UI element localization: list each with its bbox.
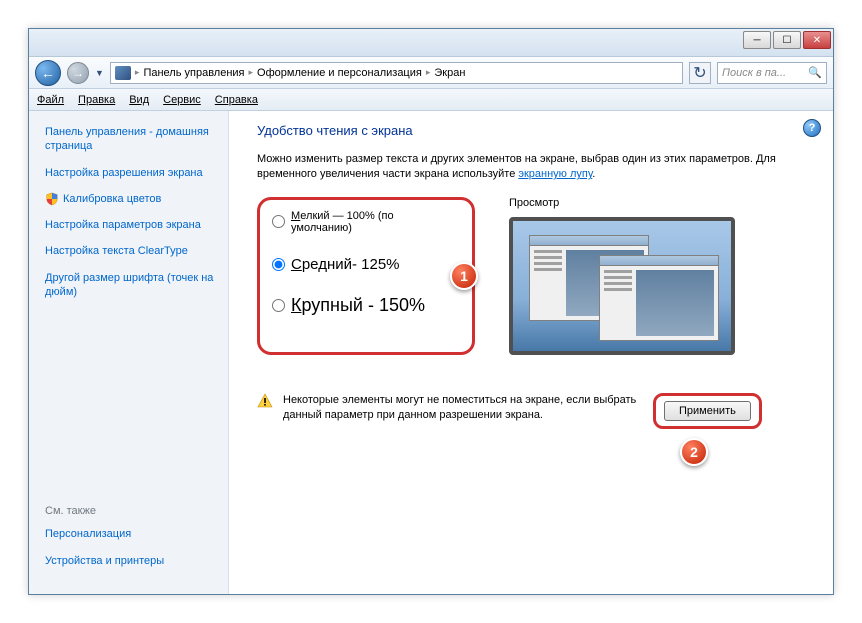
menu-help[interactable]: Справка [215, 94, 258, 106]
address-bar[interactable]: ▸ Панель управления ▸ Оформление и персо… [110, 62, 683, 84]
radio-large[interactable] [272, 299, 285, 312]
menu-tools[interactable]: Сервис [163, 94, 201, 106]
sidebar-home[interactable]: Панель управления - домашняя страница [45, 125, 220, 154]
sidebar-parameters[interactable]: Настройка параметров экрана [45, 218, 220, 232]
sidebar-devices[interactable]: Устройства и принтеры [45, 554, 220, 568]
search-input[interactable]: Поиск в па... 🔍 [717, 62, 827, 84]
apply-button[interactable]: Применить [664, 401, 751, 421]
minimize-button[interactable]: ─ [743, 31, 771, 49]
sidebar-resolution[interactable]: Настройка разрешения экрана [45, 166, 220, 180]
magnifier-link[interactable]: экранную лупу [518, 168, 592, 180]
refresh-button[interactable]: ↻ [689, 62, 711, 84]
see-also-section: См. также Персонализация Устройства и пр… [45, 485, 220, 580]
forward-button[interactable]: → [67, 62, 89, 84]
annotation-badge-2: 2 [680, 438, 708, 466]
sidebar-cleartype[interactable]: Настройка текста ClearType [45, 244, 220, 258]
warning-icon [257, 393, 273, 409]
search-icon: 🔍 [808, 66, 822, 79]
preview-monitor [509, 217, 735, 355]
description-text: Можно изменить размер текста и других эл… [257, 152, 797, 183]
label-small[interactable]: Мелкий — 100% (по умолчанию) [291, 210, 454, 234]
preview-column: Просмотр [503, 197, 809, 355]
preview-label: Просмотр [509, 197, 809, 209]
control-panel-icon [115, 66, 131, 80]
annotation-badge-1: 1 [450, 262, 478, 290]
sidebar-fontsize[interactable]: Другой размер шрифта (точек на дюйм) [45, 271, 220, 300]
navbar: ← → ▼ ▸ Панель управления ▸ Оформление и… [29, 57, 833, 89]
sidebar-calibration[interactable]: Калибровка цветов [63, 192, 161, 206]
radio-medium[interactable] [272, 258, 285, 271]
main-content: ? Удобство чтения с экрана Можно изменит… [229, 111, 833, 594]
client-area: Панель управления - домашняя страница На… [29, 111, 833, 594]
chevron-right-icon: ▸ [249, 67, 254, 78]
control-panel-window: ─ ☐ ✕ ← → ▼ ▸ Панель управления ▸ Оформл… [28, 28, 834, 595]
warning-row: Некоторые элементы могут не поместиться … [257, 393, 809, 429]
label-large[interactable]: Крупный - 150% [291, 295, 425, 316]
chevron-right-icon: ▸ [426, 67, 431, 78]
warning-text: Некоторые элементы могут не поместиться … [283, 393, 643, 424]
sidebar: Панель управления - домашняя страница На… [29, 111, 229, 594]
shield-icon [45, 192, 59, 206]
apply-highlight: Применить 2 [653, 393, 762, 429]
breadcrumb-display[interactable]: Экран [434, 67, 465, 79]
preview-window-icon [599, 255, 719, 341]
menu-edit[interactable]: Правка [78, 94, 115, 106]
dropdown-icon[interactable]: ▼ [95, 68, 104, 78]
menu-view[interactable]: Вид [129, 94, 149, 106]
label-medium[interactable]: Средний- 125% [291, 256, 400, 273]
back-button[interactable]: ← [35, 60, 61, 86]
close-button[interactable]: ✕ [803, 31, 831, 49]
see-also-header: См. также [45, 505, 220, 517]
help-icon[interactable]: ? [803, 119, 821, 137]
size-options-group: Мелкий — 100% (по умолчанию) Средний- 12… [257, 197, 475, 355]
radio-small[interactable] [272, 215, 285, 228]
titlebar: ─ ☐ ✕ [29, 29, 833, 57]
menu-file[interactable]: Файл [37, 94, 64, 106]
maximize-button[interactable]: ☐ [773, 31, 801, 49]
chevron-right-icon: ▸ [135, 67, 140, 78]
page-title: Удобство чтения с экрана [257, 123, 809, 138]
search-placeholder: Поиск в па... [722, 67, 786, 79]
menubar: Файл Правка Вид Сервис Справка [29, 89, 833, 111]
sidebar-personalization[interactable]: Персонализация [45, 527, 220, 541]
breadcrumb-control-panel[interactable]: Панель управления [143, 67, 244, 79]
breadcrumb-appearance[interactable]: Оформление и персонализация [257, 67, 422, 79]
